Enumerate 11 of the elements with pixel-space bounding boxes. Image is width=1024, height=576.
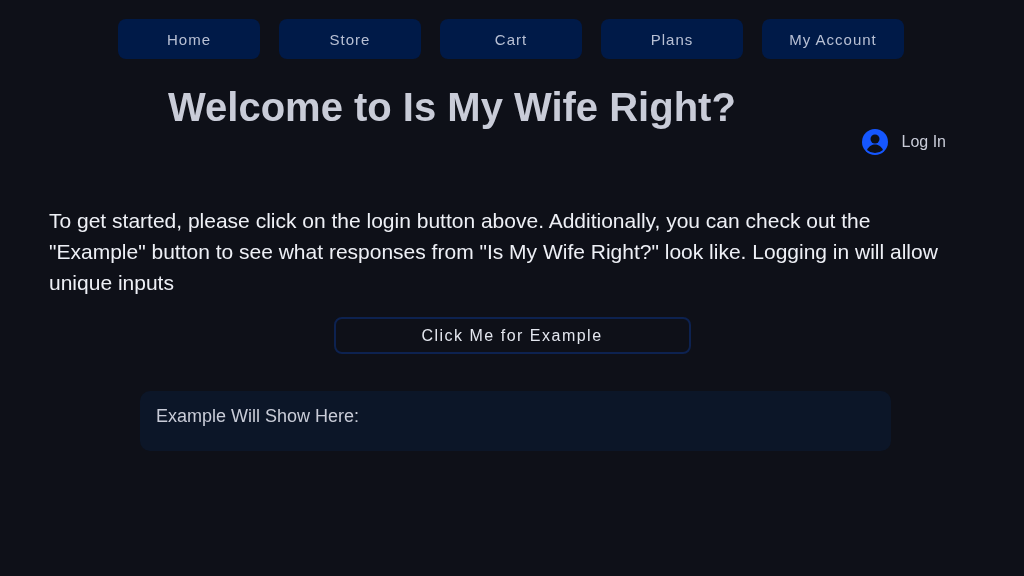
nav-button[interactable]: Cart: [440, 19, 582, 59]
login-button[interactable]: Log In: [861, 129, 946, 155]
nav-button[interactable]: Home: [118, 19, 260, 59]
nav-button[interactable]: My Account: [762, 19, 904, 59]
user-icon: [861, 129, 888, 155]
nav-button[interactable]: Store: [279, 19, 421, 59]
intro-paragraph: To get started, please click on the login button above. Additionally, you can check out the "Example" button to see what responses from "Is My Wife Right?" look like. Logging in will allow unique inputs: [49, 208, 939, 296]
nav-button[interactable]: Plans: [601, 19, 743, 59]
example-label: Example Will Show Here:: [156, 406, 360, 426]
example-button[interactable]: Click Me for Example: [333, 317, 691, 354]
page-title: Welcome to Is My Wife Right?: [168, 85, 737, 129]
